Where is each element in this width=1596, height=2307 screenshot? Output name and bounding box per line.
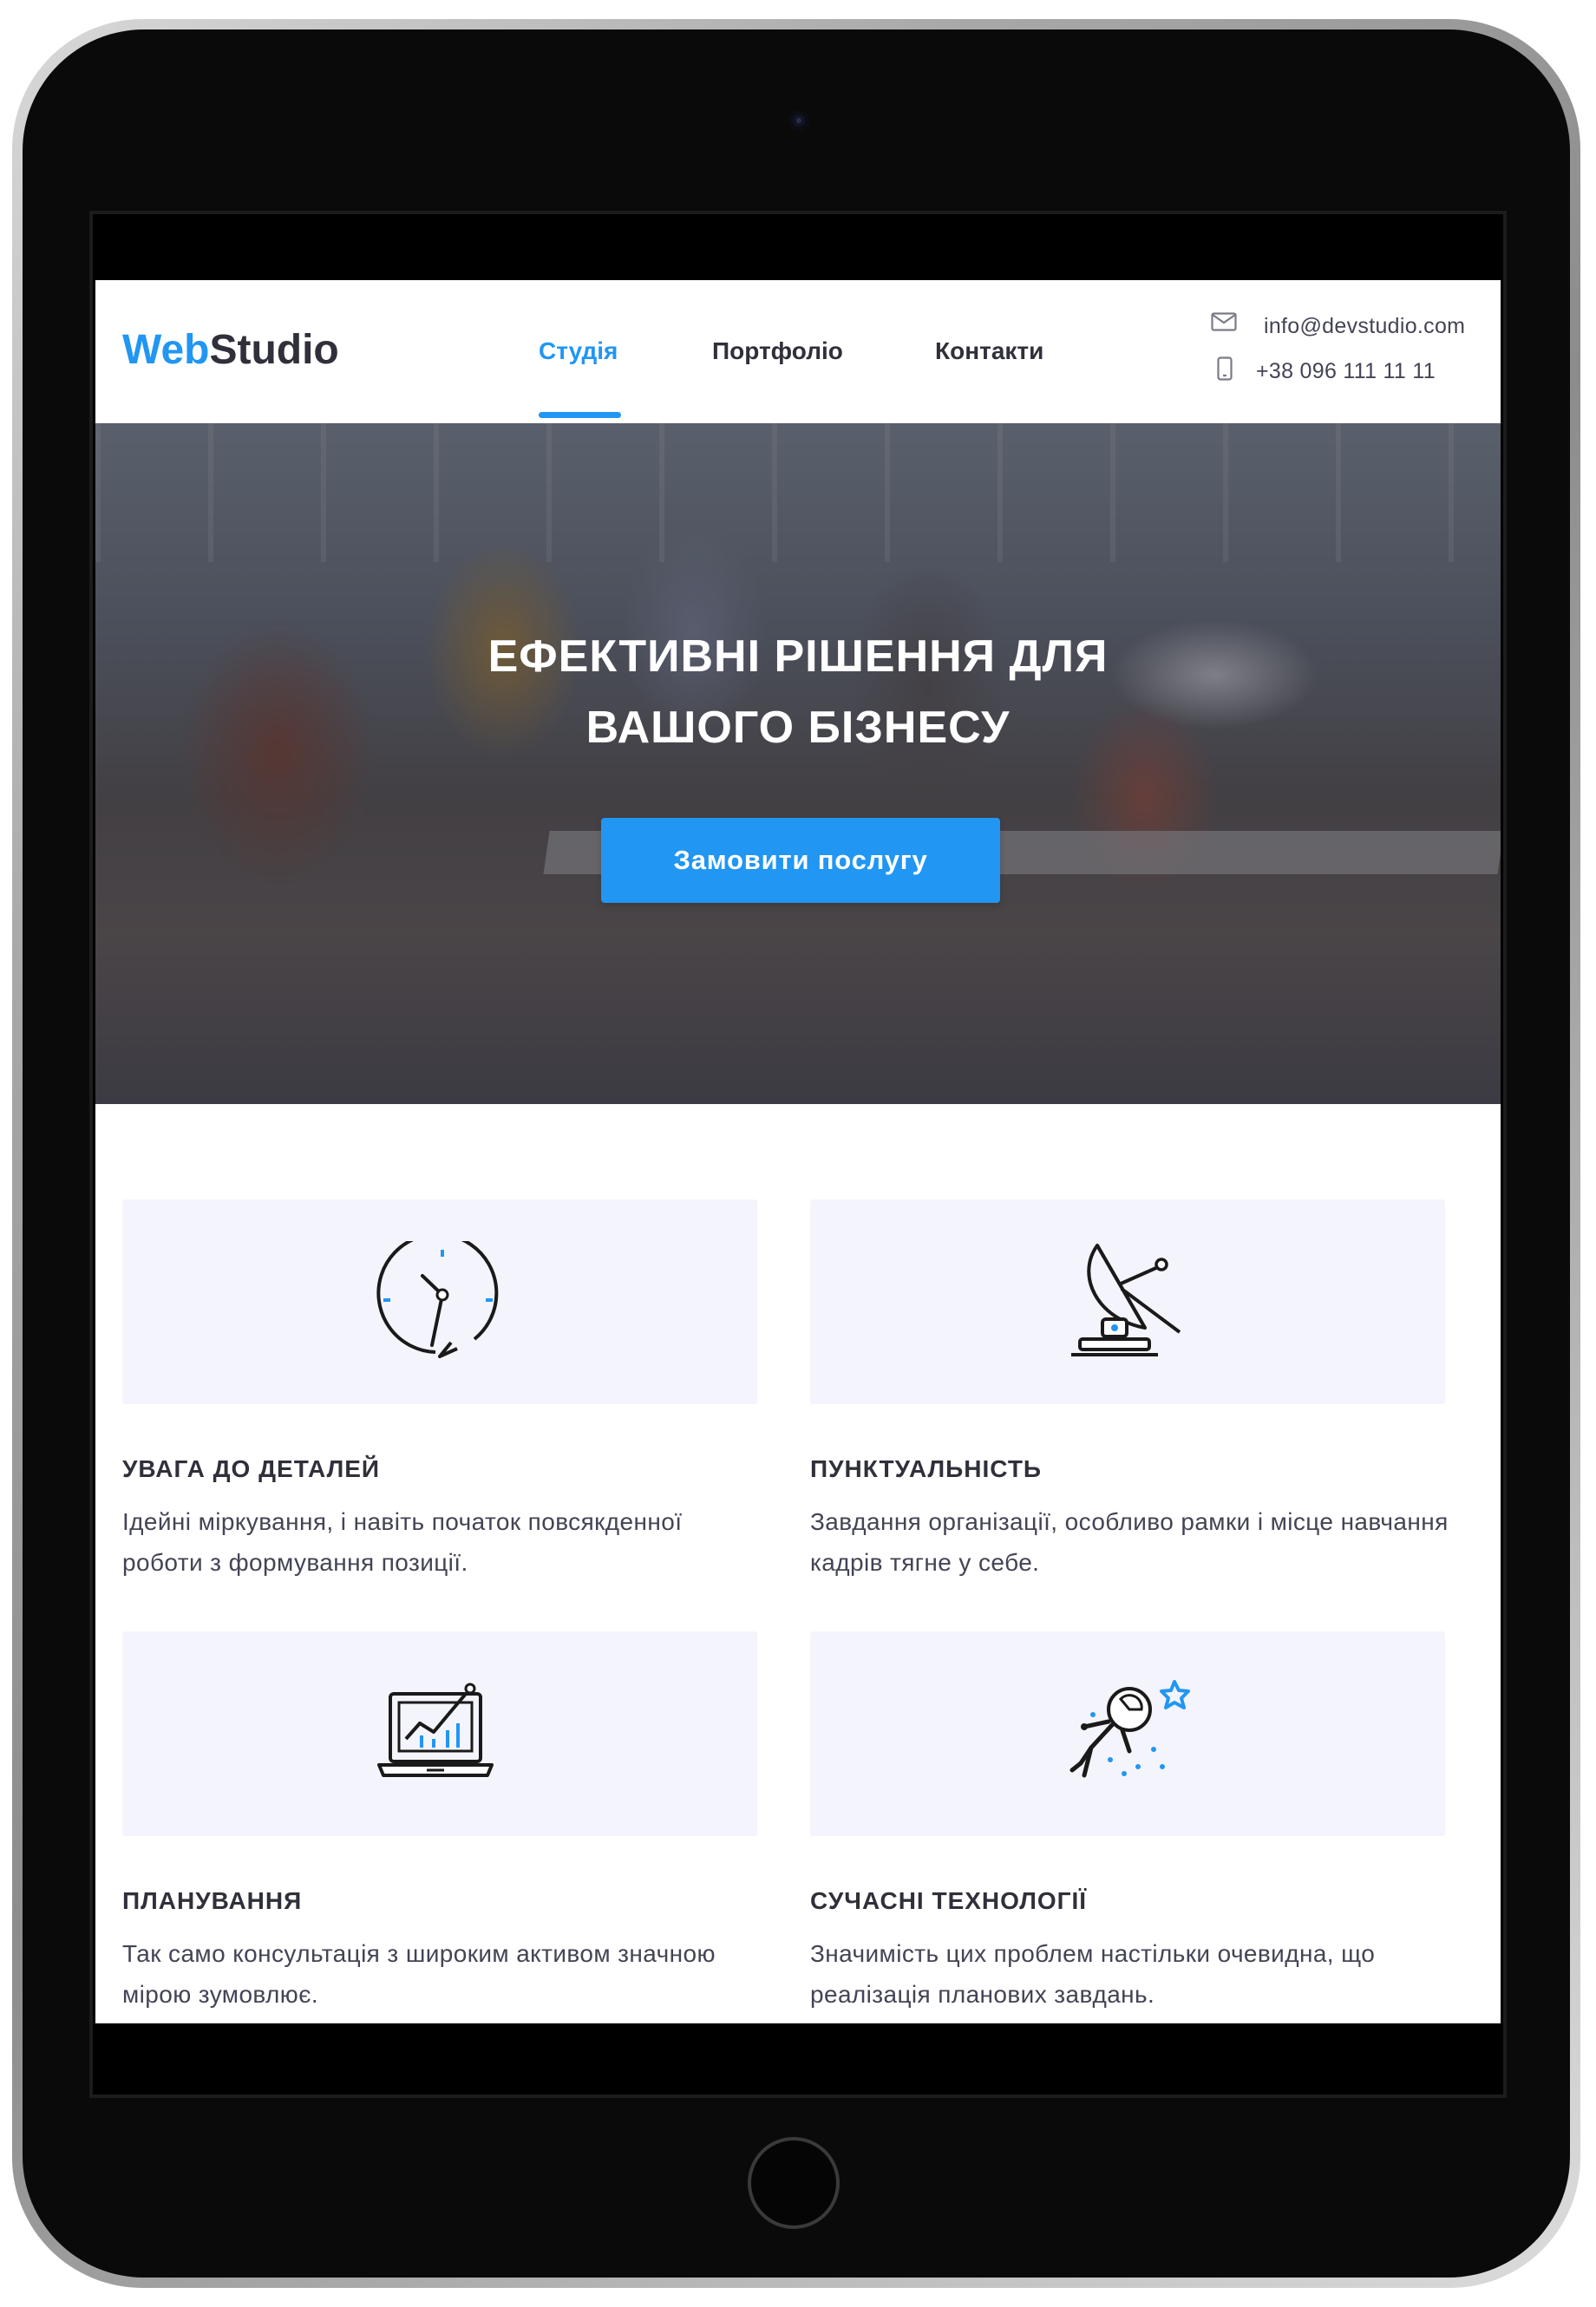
order-service-button[interactable]: Замовити послугу bbox=[601, 818, 1000, 903]
feature-title: Увага до деталей bbox=[122, 1455, 381, 1482]
logo-part-web: Web bbox=[122, 327, 210, 373]
logo-part-studio: Studio bbox=[209, 327, 339, 373]
hero-overlay bbox=[95, 423, 1501, 1104]
astronaut-icon bbox=[1069, 1680, 1190, 1778]
laptop-chart-icon bbox=[377, 1683, 494, 1777]
logo[interactable]: WebStudio bbox=[122, 326, 339, 374]
mail-icon bbox=[1211, 312, 1237, 336]
feature-text: Ідейні міркування, і навіть початок повс… bbox=[122, 1508, 683, 1576]
hero-title-line2: вашого бізнесу bbox=[585, 703, 1011, 753]
nav-link-portfolio[interactable]: Портфоліо bbox=[712, 337, 843, 365]
feature-title: Пунктуальність bbox=[810, 1455, 1043, 1482]
hero-title-line1: Ефективні рішення для bbox=[487, 631, 1109, 682]
feature-icon-box bbox=[810, 1631, 1445, 1836]
feature-icon-box bbox=[122, 1631, 757, 1836]
phone-link[interactable]: +38 096 111 11 11 bbox=[1256, 359, 1436, 384]
feature-icon-box bbox=[810, 1199, 1445, 1404]
feature-icon-box bbox=[122, 1199, 757, 1404]
feature-text: Значимість цих проблем настільки очевидн… bbox=[810, 1940, 1376, 2008]
front-camera bbox=[788, 110, 809, 131]
email-link[interactable]: info@devstudio.com bbox=[1264, 314, 1465, 339]
active-nav-indicator bbox=[539, 412, 621, 418]
website-viewport: WebStudio Студія Портфоліо Контакти info… bbox=[95, 280, 1501, 2023]
hero-title: Ефективні рішення для вашого бізнесу bbox=[95, 621, 1501, 763]
nav-link-contacts[interactable]: Контакти bbox=[935, 337, 1043, 365]
nav-link-studio[interactable]: Студія bbox=[539, 337, 618, 365]
feature-title: Сучасні технології bbox=[810, 1887, 1088, 1914]
feature-text: Завдання організації, особливо рамки і м… bbox=[810, 1508, 1449, 1576]
clock-icon bbox=[376, 1241, 499, 1358]
site-header: WebStudio Студія Портфоліо Контакти info… bbox=[95, 280, 1501, 423]
smartphone-icon bbox=[1217, 356, 1233, 385]
feature-text: Так само консультація з широким активом … bbox=[122, 1940, 716, 2008]
home-button[interactable] bbox=[748, 2137, 840, 2229]
satellite-dish-icon bbox=[1071, 1244, 1181, 1356]
feature-title: Планування bbox=[122, 1887, 303, 1914]
hero-section: Ефективні рішення для вашого бізнесу Зам… bbox=[95, 423, 1501, 1104]
